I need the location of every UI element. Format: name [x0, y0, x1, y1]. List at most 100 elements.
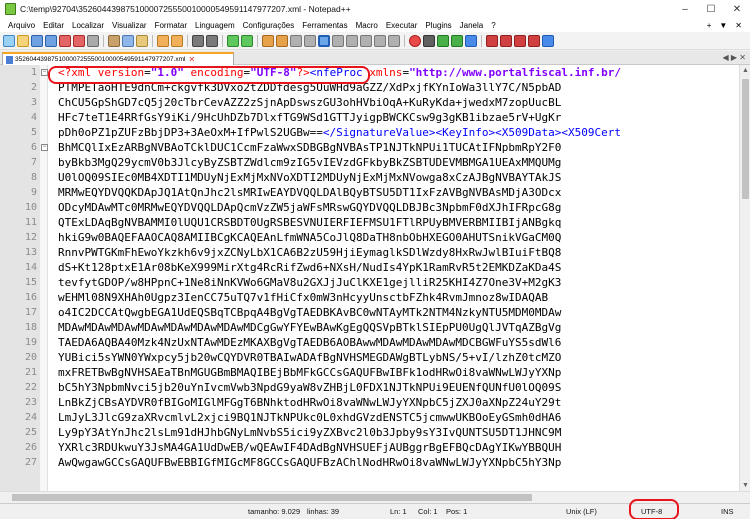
notepad-plus-plus-icon [5, 3, 16, 15]
code-line: 11 QTExLDAqBgNVBAMMI0lUQU1CRSBDT0UgRSBESV… [0, 215, 750, 230]
zoom-in-icon[interactable] [227, 34, 239, 47]
copy-icon[interactable] [122, 34, 134, 47]
stop-macro-icon[interactable] [423, 34, 435, 47]
code-line: 24 LmJyL3JlcG9zaXRvcmlvL2xjci9BQ1NJTkNPUk… [0, 410, 750, 425]
code-text: byBkb3MgQ29ycmV0b3JlcyByZSBTZWdlcm9zIG5v… [58, 155, 561, 170]
add-icon[interactable]: + [707, 21, 712, 30]
plugin-icon-3[interactable] [514, 34, 526, 47]
close-button[interactable]: ✕ [724, 0, 750, 18]
tab-current-file[interactable]: 3526044398751000072555001000054959114797… [2, 52, 234, 65]
line-number: 4 [30, 112, 37, 123]
horizontal-scroll-thumb[interactable] [12, 494, 532, 501]
zoom-out-icon[interactable] [241, 34, 253, 47]
menu-ferramentas[interactable]: Ferramentas [298, 21, 351, 30]
menu-plugins[interactable]: Plugins [421, 21, 455, 30]
doc-map-icon[interactable] [346, 34, 358, 47]
replace-icon[interactable] [206, 34, 218, 47]
paste-icon[interactable] [136, 34, 148, 47]
save-all-icon[interactable] [45, 34, 57, 47]
close-all-icon[interactable] [73, 34, 85, 47]
separator [187, 34, 188, 47]
plugin-icon-5[interactable] [542, 34, 554, 47]
scroll-up-icon[interactable]: ▲ [740, 65, 750, 76]
line-number: 10 [24, 202, 37, 213]
tab-close-icon[interactable]: ✕ [189, 55, 196, 64]
menu-arquivo[interactable]: Arquivo [4, 21, 39, 30]
code-segment: YUBici5sYWN0YWxpcy5jb20wCQYDVR0TBAIwADAf… [58, 351, 562, 364]
line-number: 13 [24, 247, 37, 258]
run-macro-multiple-icon[interactable] [451, 34, 463, 47]
tab-scroll-arrows[interactable]: ◀ ▶ ✕ [723, 53, 746, 62]
highlight-xml-declaration [48, 66, 370, 84]
plugin-icon-1[interactable] [486, 34, 498, 47]
menu-visualizar[interactable]: Visualizar [108, 21, 151, 30]
code-line: 8 U0lOQ09SIEc0MB4XDTI1MDUyNjExMjMxNVoXDTI… [0, 170, 750, 185]
code-text: Ly9pY3AtYnJhc2lsLm91dHJhbGNyLmNvbS5ici9y… [58, 425, 561, 440]
monitoring-icon[interactable] [388, 34, 400, 47]
code-segment: <X509Cert [561, 126, 621, 139]
status-eol[interactable]: Unix (LF) [566, 507, 597, 516]
sync-vertical-icon[interactable] [262, 34, 274, 47]
code-text: dS+Kt128ptxE1Ar08bKeX999MirXtg4RcRifZwd6… [58, 260, 561, 275]
menu-executar[interactable]: Executar [382, 21, 422, 30]
status-insert-mode: INS [721, 507, 734, 516]
code-text: BhMCQlIxEzARBgNVBAoTCklDUC1CcmFzaWwxSDBG… [58, 140, 561, 155]
show-all-chars-icon[interactable] [304, 34, 316, 47]
vertical-scrollbar[interactable]: ▲ ▼ [739, 65, 750, 491]
word-wrap-icon[interactable] [290, 34, 302, 47]
redo-icon[interactable] [171, 34, 183, 47]
line-number: 3 [30, 97, 37, 108]
indent-guide-icon[interactable] [318, 34, 330, 47]
menu-janela[interactable]: Janela [456, 21, 488, 30]
fold-minus-icon[interactable]: − [41, 69, 48, 76]
undo-icon[interactable] [157, 34, 169, 47]
open-file-icon[interactable] [17, 34, 29, 47]
separator [222, 34, 223, 47]
fold-minus-icon[interactable]: − [41, 144, 48, 151]
code-text: HFc7teT1E4RRfGsY9iKi/9HcUhDZb7DlxfTG9WSd… [58, 110, 561, 125]
code-line: 9 MRMwEQYDVQQKDApJQ1AtQnJhc2lsMRIwEAYDVQQ… [0, 185, 750, 200]
line-number: 15 [24, 277, 37, 288]
function-list-icon[interactable] [360, 34, 372, 47]
dropdown-icon[interactable]: ▼ [719, 21, 727, 30]
plugin-icon-2[interactable] [500, 34, 512, 47]
play-macro-icon[interactable] [437, 34, 449, 47]
menu-editar[interactable]: Editar [39, 21, 68, 30]
maximize-button[interactable]: ☐ [698, 0, 724, 18]
code-segment: ODcyMDAwMTc0MRMwEQYDVQQLDApQcmVzZW5jaWFs… [58, 201, 562, 214]
new-file-icon[interactable] [3, 34, 15, 47]
code-segment: <X509Data> [495, 126, 562, 139]
find-icon[interactable] [192, 34, 204, 47]
code-line: 23 LnBkZjCBsAYDVR0fBIGoMIGlMFGgT6BNhktodH… [0, 395, 750, 410]
menu-help[interactable]: ? [487, 21, 499, 30]
code-line: 22 bC5hY3NpbmNvci5jb20uYnIvcmVwb3NpdG9yaW… [0, 380, 750, 395]
menu-macro[interactable]: Macro [352, 21, 382, 30]
print-icon[interactable] [87, 34, 99, 47]
scroll-down-icon[interactable]: ▼ [740, 480, 750, 491]
editor[interactable]: 1− <?xml version="1.0" encoding="UTF-8"?>… [0, 65, 750, 491]
menu-formatar[interactable]: Formatar [151, 21, 191, 30]
code-segment: pDh0oPZ1pZUFzBbjDP3+3AeOxM+IfPwlS2UGBw== [58, 126, 323, 139]
vertical-scroll-thumb[interactable] [742, 79, 749, 199]
sync-horizontal-icon[interactable] [276, 34, 288, 47]
lang-icon[interactable] [332, 34, 344, 47]
close-doc-icon[interactable]: ✕ [735, 21, 742, 30]
minimize-button[interactable]: – [672, 0, 698, 18]
code-segment: </SignatureValue> [322, 126, 436, 139]
code-segment: Ly9pY3AtYnJhc2lsLm91dHJhbGNyLmNvbS5ici9y… [58, 426, 562, 439]
save-icon[interactable] [31, 34, 43, 47]
menu-linguagem[interactable]: Linguagem [191, 21, 239, 30]
code-text: TAEDA6AQBA40Mzk4NzUxNTAwMDEzMKAXBgVgTAED… [58, 335, 561, 350]
close-file-icon[interactable] [59, 34, 71, 47]
code-line: 14 dS+Kt128ptxE1Ar08bKeX999MirXtg4RcRifZw… [0, 260, 750, 275]
cut-icon[interactable] [108, 34, 120, 47]
save-macro-icon[interactable] [465, 34, 477, 47]
separator [481, 34, 482, 47]
plugin-icon-4[interactable] [528, 34, 540, 47]
record-macro-icon[interactable] [409, 34, 421, 47]
line-number: 25 [24, 427, 37, 438]
menu-localizar[interactable]: Localizar [68, 21, 108, 30]
menu-configuracoes[interactable]: Configurações [239, 21, 299, 30]
code-segment: ChCU5GpShGD7cQ5j20cTbrCevAZZ2zSjnApDswsz… [58, 96, 562, 109]
folder-workspace-icon[interactable] [374, 34, 386, 47]
